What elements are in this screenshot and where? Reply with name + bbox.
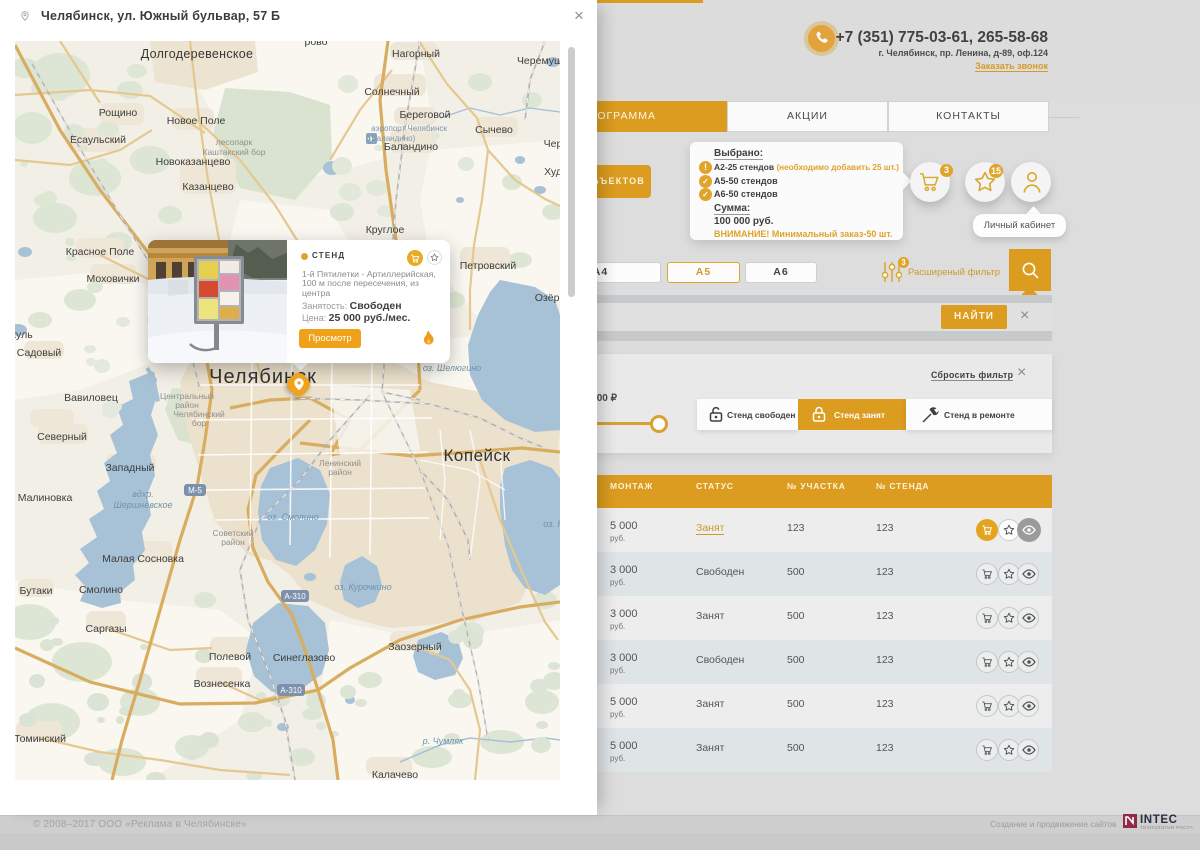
svg-text:Рощино: Рощино [99,107,138,119]
svg-text:Копейск: Копейск [444,446,511,465]
svg-text:Чер: Чер [544,138,560,150]
svg-text:Вознесенка: Вознесенка [194,678,251,690]
svg-text:Томинский: Томинский [15,733,66,745]
svg-text:Нагорный: Нагорный [392,48,440,60]
svg-text:Долгодеревенское: Долгодеревенское [141,47,254,61]
svg-text:Северный: Северный [37,431,87,443]
svg-text:куль: куль [15,329,33,341]
svg-text:Заозерный: Заозерный [388,641,442,653]
svg-text:Калачево: Калачево [372,769,418,780]
svg-text:А-310: А-310 [284,592,306,601]
svg-text:Шершнёвское: Шершнёвское [114,500,173,510]
svg-text:Саргазы: Саргазы [85,623,126,635]
svg-text:А-310: А-310 [280,686,302,695]
svg-text:Западный: Западный [105,462,154,474]
svg-text:Худ: Худ [544,166,560,178]
svg-text:район: район [221,537,245,547]
svg-text:Новоказанцево: Новоказанцево [156,156,231,168]
svg-text:Казанцево: Казанцево [182,181,233,193]
svg-text:Сычево: Сычево [475,124,513,136]
svg-text:рово: рово [305,41,328,48]
svg-text:Черемушк: Черемушк [517,55,560,67]
svg-text:Малая Сосновка: Малая Сосновка [102,553,184,565]
svg-text:Синеглазово: Синеглазово [273,652,336,664]
svg-text:Моховички: Моховички [87,273,140,285]
svg-text:(Баландино): (Баландино) [369,134,416,143]
svg-text:вдхр.: вдхр. [132,489,153,499]
svg-text:р. Чумляк: р. Чумляк [422,736,465,746]
svg-text:Садовый: Садовый [17,347,62,359]
svg-text:бор: бор [192,418,207,428]
svg-text:Вавиловец: Вавиловец [64,392,118,404]
svg-text:Петровский: Петровский [460,260,517,272]
svg-text:район: район [328,467,352,477]
svg-text:лесопарк: лесопарк [216,137,253,147]
svg-text:Новое Поле: Новое Поле [167,115,226,127]
svg-text:оз. К: оз. К [543,519,560,529]
svg-text:Полевой: Полевой [209,651,251,663]
svg-text:Солнечный: Солнечный [364,86,419,98]
svg-text:Береговой: Береговой [399,109,450,121]
svg-text:Бутаки: Бутаки [20,585,53,597]
svg-text:Каштакский бор: Каштакский бор [203,147,266,157]
svg-text:Смолино: Смолино [79,584,123,596]
svg-text:Круглое: Круглое [366,224,405,236]
svg-text:оз. Смолино: оз. Смолино [267,512,319,522]
svg-text:Озёрн: Озёрн [535,292,560,304]
svg-text:аэропорт Челябинск: аэропорт Челябинск [371,124,447,133]
svg-text:Красное Поле: Красное Поле [66,246,135,258]
svg-text:М-5: М-5 [188,486,202,495]
svg-text:оз. Курочкино: оз. Курочкино [334,582,391,592]
svg-text:Малиновка: Малиновка [18,492,73,504]
svg-text:Есаульский: Есаульский [70,134,126,146]
svg-text:оз. Шелюгино: оз. Шелюгино [423,363,481,373]
